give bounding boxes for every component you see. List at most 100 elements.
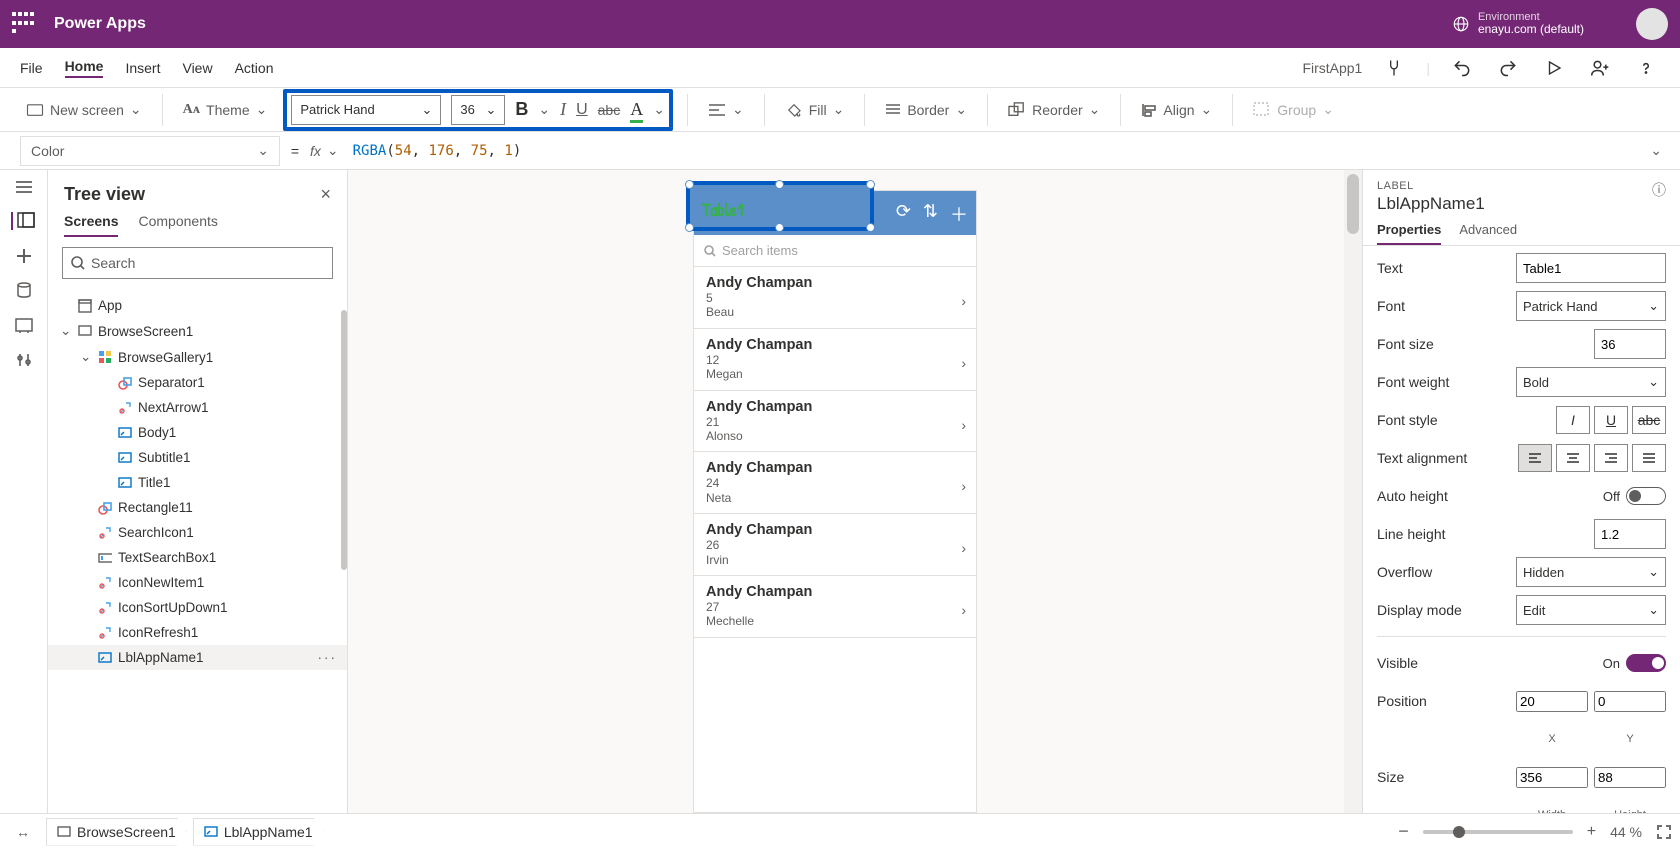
expand-fx-icon[interactable]: ⌄ (1650, 142, 1662, 159)
tree-node-LblAppName1[interactable]: LblAppName1··· (48, 645, 347, 670)
tree-view-rail-icon[interactable] (11, 212, 37, 230)
app-checker-icon[interactable] (1380, 54, 1408, 82)
autoheight-toggle[interactable] (1626, 487, 1666, 505)
tree-node-IconSortUpDown1[interactable]: IconSortUpDown1 (48, 595, 347, 620)
font-size-select[interactable]: 36⌄ (451, 95, 505, 125)
tree-node-Body1[interactable]: Body1 (48, 420, 347, 445)
fullscreen-icon[interactable] (1656, 824, 1672, 840)
tree-node-Separator1[interactable]: Separator1 (48, 370, 347, 395)
tree-node-Subtitle1[interactable]: Subtitle1 (48, 445, 347, 470)
menu-file[interactable]: File (20, 60, 43, 76)
zoom-slider[interactable] (1423, 830, 1573, 834)
help-icon[interactable]: ⓘ (1652, 180, 1666, 200)
play-icon[interactable] (1540, 54, 1568, 82)
font-family-select[interactable]: Patrick Hand⌄ (291, 95, 441, 125)
data-rail-icon[interactable] (16, 282, 32, 300)
fill-button[interactable]: Fill⌄ (779, 94, 851, 126)
menu-home[interactable]: Home (65, 58, 104, 78)
strike-button[interactable]: abc (598, 102, 621, 118)
share-icon[interactable] (1586, 54, 1614, 82)
app-launcher-icon[interactable] (12, 12, 36, 36)
prop-overflow-select[interactable]: Hidden⌄ (1516, 557, 1666, 587)
tree-node-BrowseGallery1[interactable]: ⌄BrowseGallery1 (48, 344, 347, 370)
preview-search[interactable]: Search items (694, 235, 976, 267)
menu-insert[interactable]: Insert (125, 60, 160, 76)
zoom-in-button[interactable]: + (1587, 823, 1596, 841)
tab-advanced[interactable]: Advanced (1459, 222, 1517, 245)
align-left-toggle[interactable] (1518, 444, 1552, 472)
menu-view[interactable]: View (182, 60, 212, 76)
list-item[interactable]: Andy Champan27Mechelle› (694, 576, 976, 638)
reorder-button[interactable]: Reorder⌄ (1002, 94, 1106, 126)
pos-x-input[interactable] (1516, 691, 1588, 712)
height-input[interactable] (1594, 767, 1666, 788)
tab-properties[interactable]: Properties (1377, 222, 1441, 245)
close-icon[interactable]: × (320, 184, 331, 205)
theme-button[interactable]: Aᴀ Theme ⌄ (177, 94, 274, 126)
align-center-toggle[interactable] (1556, 444, 1590, 472)
align-button[interactable]: Align⌄ (1135, 94, 1218, 126)
property-select[interactable]: Color⌄ (20, 136, 280, 166)
hamburger-icon[interactable] (15, 180, 33, 194)
refresh-icon[interactable]: ⟳ (896, 201, 911, 227)
insert-rail-icon[interactable] (16, 248, 32, 264)
tree-node-SearchIcon1[interactable]: SearchIcon1 (48, 520, 347, 545)
width-input[interactable] (1516, 767, 1588, 788)
prop-text-input[interactable] (1516, 253, 1666, 283)
prop-lineheight-input[interactable] (1594, 519, 1666, 549)
border-button[interactable]: Border⌄ (879, 94, 973, 126)
avatar[interactable] (1636, 8, 1668, 40)
pos-y-input[interactable] (1594, 691, 1666, 712)
bold-button[interactable]: B (515, 99, 528, 120)
tree-node-NextArrow1[interactable]: NextArrow1 (48, 395, 347, 420)
tab-components[interactable]: Components (138, 213, 217, 237)
tree-node-IconNewItem1[interactable]: IconNewItem1 (48, 570, 347, 595)
help-icon[interactable] (1632, 54, 1660, 82)
canvas[interactable]: Table1 ⟳ ⇅ ＋ Search items (348, 170, 1362, 813)
environment-switcher[interactable]: Environment enayu.com (default) (1452, 11, 1584, 36)
list-item[interactable]: Andy Champan26Irvin› (694, 514, 976, 576)
font-color-button[interactable]: A (630, 99, 643, 120)
align-justify-toggle[interactable] (1632, 444, 1666, 472)
add-icon[interactable]: ＋ (950, 201, 968, 227)
formula-input[interactable]: RGBA(54, 176, 75, 1) (353, 143, 522, 159)
underline-toggle[interactable]: U (1594, 406, 1628, 434)
prop-font-select[interactable]: Patrick Hand⌄ (1516, 291, 1666, 321)
tree-node-TextSearchBox1[interactable]: TextSearchBox1 (48, 545, 347, 570)
prop-fontweight-select[interactable]: Bold⌄ (1516, 367, 1666, 397)
align-right-toggle[interactable] (1594, 444, 1628, 472)
selection-box[interactable]: Table1 (686, 181, 874, 231)
tree-node-App[interactable]: App (48, 293, 347, 318)
italic-toggle[interactable]: I (1556, 406, 1590, 434)
tree-search-input[interactable]: Search (62, 247, 333, 279)
tree-node-IconRefresh1[interactable]: IconRefresh1 (48, 620, 347, 645)
canvas-scrollbar[interactable] (1344, 170, 1362, 813)
new-screen-button[interactable]: New screen ⌄ (20, 94, 148, 126)
media-rail-icon[interactable] (15, 318, 33, 334)
sort-icon[interactable]: ⇅ (923, 201, 938, 227)
prop-displaymode-select[interactable]: Edit⌄ (1516, 595, 1666, 625)
zoom-out-button[interactable]: − (1398, 821, 1409, 842)
redo-icon[interactable] (1494, 54, 1522, 82)
undo-icon[interactable] (1448, 54, 1476, 82)
list-item[interactable]: Andy Champan24Neta› (694, 452, 976, 514)
breadcrumb-control[interactable]: LblAppName1 (193, 818, 324, 846)
prop-fontsize-input[interactable] (1594, 329, 1666, 359)
tab-screens[interactable]: Screens (64, 213, 118, 237)
menu-action[interactable]: Action (235, 60, 274, 76)
tree-node-Rectangle11[interactable]: Rectangle11 (48, 495, 347, 520)
text-align-button[interactable]: ⌄ (702, 94, 750, 126)
list-item[interactable]: Andy Champan5Beau› (694, 267, 976, 329)
scrollbar[interactable] (341, 310, 347, 570)
tree-node-Title1[interactable]: Title1 (48, 470, 347, 495)
list-item[interactable]: Andy Champan21Alonso› (694, 391, 976, 453)
italic-button[interactable]: I (560, 99, 566, 120)
tools-rail-icon[interactable] (16, 352, 32, 370)
strike-toggle[interactable]: abc (1632, 406, 1666, 434)
tree-node-BrowseScreen1[interactable]: ⌄BrowseScreen1 (48, 318, 347, 344)
breadcrumb-screen[interactable]: BrowseScreen1 (46, 818, 187, 846)
underline-button[interactable]: U (576, 101, 588, 119)
visible-toggle[interactable] (1626, 654, 1666, 672)
toggle-panel-icon[interactable]: ↔ (8, 824, 38, 840)
list-item[interactable]: Andy Champan12Megan› (694, 329, 976, 391)
